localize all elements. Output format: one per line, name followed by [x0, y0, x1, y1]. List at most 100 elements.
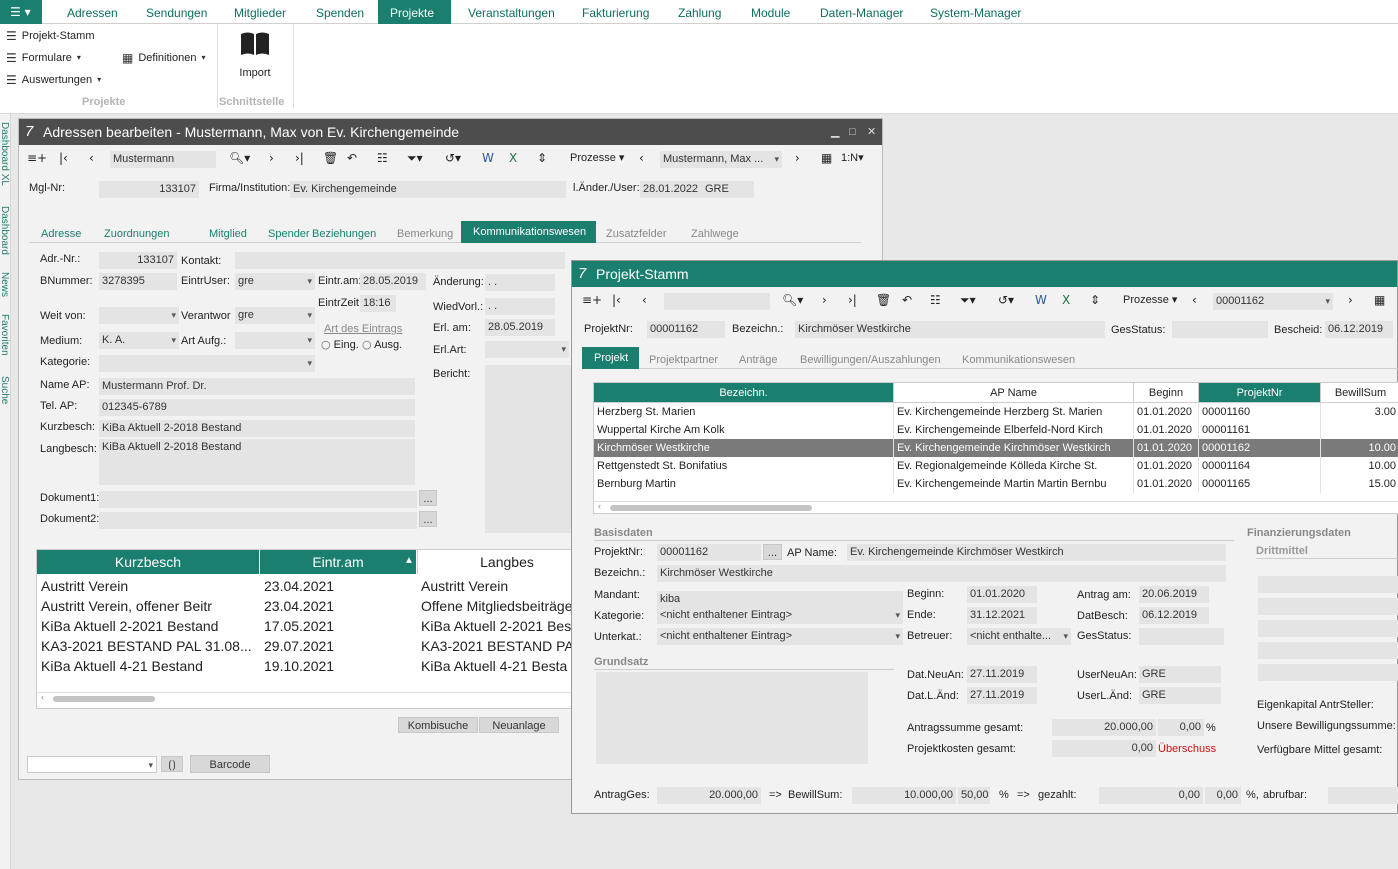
drittmittel-field-3[interactable] — [1258, 620, 1398, 637]
kategorie-select[interactable]: <nicht enthaltener Eintrag> — [657, 607, 903, 624]
table-cell[interactable]: Ev. Kirchengemeinde Kirchmöser Westkirch — [894, 439, 1134, 457]
scroll-thumb[interactable] — [610, 505, 812, 511]
projektnr-lookup-button[interactable]: ... — [763, 544, 782, 560]
table-cell[interactable]: Ev. Kirchengemeinde Martin Martin Bernbu — [894, 475, 1134, 493]
gesstatus-header-field[interactable] — [1172, 321, 1268, 338]
grundsatz-textarea[interactable] — [596, 672, 868, 764]
barcode-button[interactable]: Barcode — [190, 755, 270, 773]
tab-zahlwege[interactable]: Zahlwege — [679, 221, 751, 243]
basis-gesstatus-field[interactable] — [1139, 628, 1224, 645]
datneuan-field[interactable]: 27.11.2019 — [967, 666, 1037, 683]
kombisuche-button[interactable]: Kombisuche — [398, 717, 478, 733]
datlaend-field[interactable]: 27.11.2019 — [967, 687, 1037, 704]
table-cell[interactable]: KiBa Aktuell 2-2021 Bestand — [41, 616, 256, 636]
expand-collapse-icon[interactable]: ⇕ — [1090, 294, 1100, 306]
table-cell[interactable]: 00001161 — [1199, 421, 1321, 439]
last-record-icon[interactable]: ›| — [295, 152, 304, 164]
projekt-search-input[interactable] — [664, 293, 770, 310]
menu-tab-mitglieder[interactable]: Mitglieder — [222, 0, 298, 24]
mandant-field[interactable]: kiba — [657, 591, 903, 608]
grid-header-bewillsum[interactable]: BewillSum — [1321, 383, 1398, 403]
barcode-scan-icon[interactable]: ⟮⟯ — [161, 756, 183, 772]
next-record-icon[interactable]: › — [1348, 294, 1353, 306]
grid-horizontal-scrollbar[interactable]: ‹ — [594, 501, 1398, 513]
table-cell[interactable]: Ev. Kirchengemeinde Herzberg St. Marien — [894, 403, 1134, 421]
medium-select[interactable]: K. A. — [99, 332, 179, 349]
view-mode-menu[interactable]: 1:N▾ — [841, 153, 864, 164]
table-cell[interactable]: Bernburg Martin — [594, 475, 894, 493]
table-cell[interactable]: Kirchmöser Westkirche — [594, 439, 894, 457]
eintram-field[interactable]: 28.05.2019 — [360, 273, 426, 290]
laender-user-field[interactable]: GRE — [702, 181, 754, 198]
basis-bezeichn-field[interactable]: Kirchmöser Westkirche — [657, 565, 1226, 582]
menu-tab-system-manager[interactable]: System-Manager — [918, 0, 1033, 24]
ende-field[interactable]: 31.12.2021 — [967, 607, 1037, 624]
undo-icon[interactable]: ↶ — [902, 294, 912, 306]
tab-zusatzfelder[interactable]: Zusatzfelder — [594, 221, 679, 243]
numbered-list-icon[interactable]: ☷ — [377, 152, 388, 164]
tab-kommunikationswesen[interactable]: Kommunikationswesen — [950, 347, 1087, 369]
projektnr-header-field[interactable]: 00001162 — [647, 321, 725, 338]
firma-field[interactable]: Ev. Kirchengemeinde — [290, 181, 566, 198]
search-icon[interactable]: 🔍︎▾ — [782, 294, 803, 306]
table-cell[interactable]: 17.05.2021 — [264, 616, 414, 636]
weitvon-select[interactable] — [99, 307, 179, 324]
next-record-icon[interactable]: › — [269, 152, 274, 164]
dokument1-field[interactable] — [99, 491, 417, 508]
table-cell[interactable]: KiBa Aktuell 4-21 Bestand — [41, 656, 256, 676]
bescheid-header-field[interactable]: 06.12.2019 — [1325, 321, 1393, 338]
antragssumme-pct-field[interactable]: 0,00 — [1158, 719, 1204, 736]
record-selector[interactable]: Mustermann, Max ... — [660, 151, 782, 168]
antragam-field[interactable]: 20.06.2019 — [1139, 586, 1209, 603]
table-cell[interactable]: Wuppertal Kirche Am Kolk — [594, 421, 894, 439]
table-cell[interactable]: 23.04.2021 — [264, 576, 414, 596]
wiedvorl-field[interactable]: . . — [485, 298, 555, 315]
bezeichn-header-field[interactable]: Kirchmöser Westkirche — [795, 321, 1105, 338]
table-cell[interactable]: 01.01.2020 — [1134, 457, 1199, 475]
prev-record-icon[interactable]: ‹ — [639, 152, 644, 164]
next-record-icon[interactable]: › — [822, 294, 827, 306]
eintruser-select[interactable]: gre — [235, 273, 315, 290]
delete-icon[interactable]: 🗑︎ — [323, 152, 338, 164]
artaufg-select[interactable] — [235, 332, 315, 349]
table-cell[interactable]: 01.01.2020 — [1134, 421, 1199, 439]
first-record-icon[interactable]: |‹ — [59, 152, 68, 164]
radio-eing[interactable]: ○ Eing. — [321, 337, 359, 354]
mgl-nr-field[interactable]: 133107 — [99, 181, 199, 198]
tel-ap-field[interactable]: 012345-6789 — [99, 399, 415, 416]
undo-icon[interactable]: ↶ — [347, 152, 357, 164]
table-view-icon[interactable]: ▦ — [1374, 294, 1385, 306]
grid-header-eintram[interactable]: Eintr.am — [260, 550, 417, 574]
table-cell[interactable]: 3.00 — [1321, 403, 1398, 421]
dokument2-browse-button[interactable]: ... — [419, 511, 437, 527]
ap-name-field[interactable]: Ev. Kirchengemeinde Kirchmöser Westkirch — [847, 544, 1226, 561]
erlam-field[interactable]: 28.05.2019 — [485, 319, 555, 336]
next-record-icon[interactable]: › — [795, 152, 800, 164]
menu-tab-zahlung[interactable]: Zahlung — [666, 0, 733, 24]
table-cell[interactable]: Austritt Verein — [41, 576, 256, 596]
dokument1-browse-button[interactable]: ... — [419, 490, 437, 506]
verantwor-select[interactable]: gre — [235, 307, 315, 324]
name-ap-field[interactable]: Mustermann Prof. Dr. — [99, 378, 415, 395]
prev-record-icon[interactable]: ‹ — [642, 294, 647, 306]
tab-projektpartner[interactable]: Projektpartner — [637, 347, 730, 369]
close-icon[interactable]: ✕ — [867, 119, 876, 145]
grid-header-langbesch[interactable]: Langbes — [417, 550, 597, 574]
table-cell[interactable]: 10.00 — [1321, 439, 1398, 457]
datbesch-field[interactable]: 06.12.2019 — [1139, 607, 1209, 624]
table-cell[interactable]: 15.00 — [1321, 475, 1398, 493]
table-cell[interactable]: Herzberg St. Marien — [594, 403, 894, 421]
tab-adresse[interactable]: Adresse — [29, 221, 93, 243]
table-cell[interactable]: 00001165 — [1199, 475, 1321, 493]
table-view-icon[interactable]: ▦ — [821, 152, 832, 164]
userlaend-field[interactable]: GRE — [1139, 687, 1221, 704]
prozesse-menu[interactable]: Prozesse ▾ — [1123, 295, 1177, 306]
erlart-select[interactable] — [485, 341, 569, 358]
adressen-search-input[interactable]: Mustermann — [110, 151, 216, 168]
filter-icon[interactable]: ⏷▾ — [960, 294, 976, 306]
word-icon[interactable]: W — [1035, 294, 1047, 306]
kontakt-field[interactable] — [235, 252, 565, 269]
laender-date-field[interactable]: 28.01.2022 — [640, 181, 702, 198]
drittmittel-field-1[interactable] — [1258, 576, 1398, 593]
bewillsum-field[interactable]: 10.000,00 — [852, 787, 956, 804]
